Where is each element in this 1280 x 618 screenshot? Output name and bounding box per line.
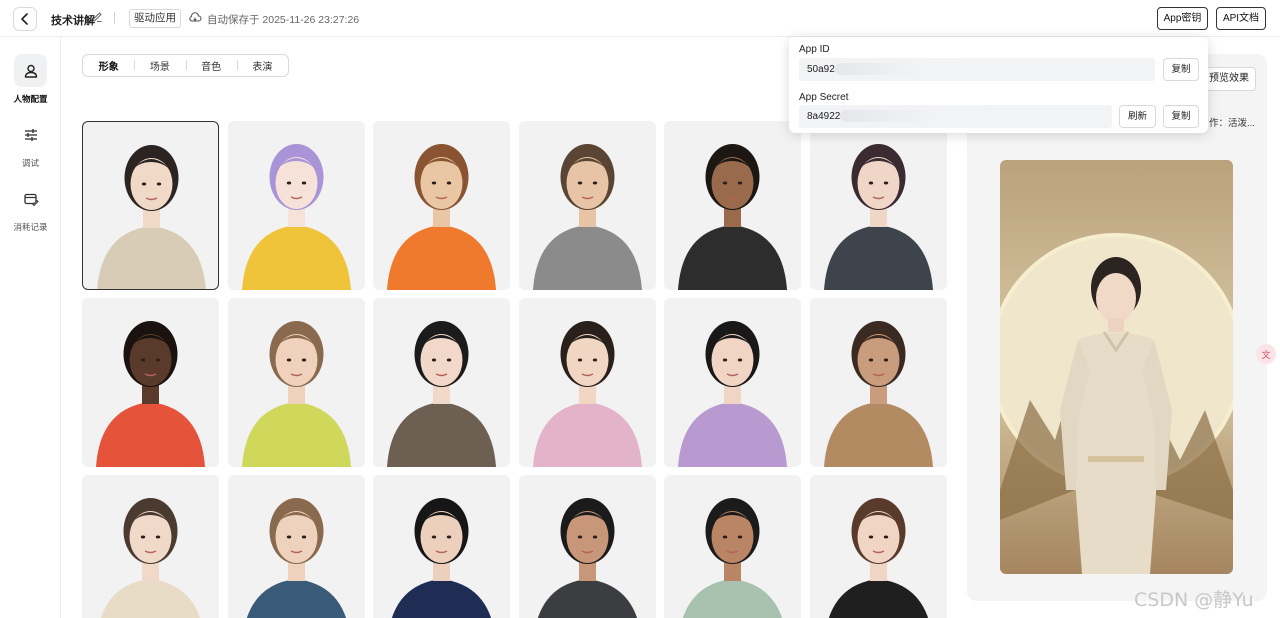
app-secret-field[interactable]: 8a4922 (799, 105, 1112, 128)
avatar-card[interactable] (227, 475, 365, 618)
tab-avatar[interactable]: 形象 (83, 58, 134, 73)
avatar-card[interactable] (809, 121, 947, 290)
copy-app-id-button[interactable]: 复制 (1163, 58, 1199, 81)
masked-value (834, 63, 985, 76)
avatar-grid (82, 121, 948, 618)
avatar-portrait (823, 144, 933, 290)
avatar-portrait (391, 498, 492, 618)
avatar-card[interactable] (227, 121, 365, 290)
avatar-portrait (100, 498, 201, 618)
avatar-portrait (532, 321, 642, 467)
avatar-card[interactable] (664, 121, 801, 290)
avatar-card[interactable] (664, 475, 801, 618)
tab-scene[interactable]: 场景 (134, 58, 185, 73)
avatar-card[interactable] (518, 475, 656, 618)
cloud-icon (189, 12, 202, 22)
app-key-popover: App ID 50a92 复制 App Secret 8a4922 刷新 复制 (789, 37, 1208, 133)
back-button[interactable] (13, 7, 37, 31)
watermark: CSDN @静Yu (1134, 589, 1254, 611)
category-tabs: 形象 场景 音色 表演 (82, 54, 289, 77)
avatar-portrait (532, 144, 642, 290)
sidebar-item-label: 调试 (21, 158, 39, 168)
sidebar-item-label: 人物配置 (13, 94, 48, 104)
refresh-secret-button[interactable]: 刷新 (1119, 105, 1156, 128)
edit-icon[interactable] (91, 11, 103, 23)
avatar-preview-image (1000, 160, 1233, 574)
avatar-portrait (678, 144, 787, 290)
app-id-field[interactable]: 50a92 (799, 58, 1155, 81)
autosave-status: 自动保存于 2025-11-26 23:27:26 (207, 14, 360, 26)
sidebar-item-character-config[interactable]: 人物配置 (0, 54, 61, 105)
sidebar-item-debug[interactable]: 调试 (0, 118, 61, 169)
masked-value (840, 110, 1011, 123)
app-secret-value: 8a4922 (807, 111, 841, 122)
avatar-portrait (678, 321, 787, 467)
avatar-portrait (97, 145, 206, 289)
avatar-portrait (387, 321, 496, 467)
avatar-card[interactable] (82, 475, 219, 618)
project-title: 技术讲解 (51, 15, 95, 27)
avatar-card[interactable] (664, 298, 801, 467)
avatar-portrait (246, 498, 346, 618)
avatar-card[interactable] (373, 298, 510, 467)
top-bar: 技术讲解 驱动应用 自动保存于 2025-11-26 23:27:26 App密… (0, 0, 1280, 37)
action-label: 作：活泼... (1209, 118, 1255, 129)
avatar-card[interactable] (227, 298, 365, 467)
tab-performance[interactable]: 表演 (236, 58, 288, 73)
avatar-portrait (387, 144, 496, 290)
app-key-button[interactable]: App密钥 (1157, 7, 1208, 30)
sidebar-item-consumption[interactable]: 消耗记录 (0, 182, 61, 233)
app-id-label: App ID (799, 44, 830, 55)
drive-app-tag: 驱动应用 (129, 9, 181, 28)
divider (114, 12, 115, 24)
api-doc-button[interactable]: API文档 (1216, 7, 1266, 30)
avatar-portrait (828, 498, 928, 618)
avatar-card[interactable] (82, 121, 219, 290)
avatar-card[interactable] (809, 298, 947, 467)
app-secret-label: App Secret (799, 92, 849, 103)
tab-voice[interactable]: 音色 (185, 58, 237, 73)
chevron-left-icon (21, 13, 28, 25)
avatar-portrait (823, 321, 933, 467)
avatar-card[interactable] (809, 475, 947, 618)
avatar-card[interactable] (518, 298, 656, 467)
avatar-card[interactable] (373, 475, 510, 618)
person-icon (24, 64, 37, 78)
copy-app-secret-button[interactable]: 复制 (1163, 105, 1199, 128)
avatar-portrait (241, 321, 351, 467)
translate-icon[interactable]: 文 (1256, 344, 1276, 364)
preview-effect-button[interactable]: 预览效果 (1203, 67, 1256, 91)
avatar-portrait (96, 321, 205, 467)
app-id-value: 50a92 (807, 64, 835, 75)
avatar-card[interactable] (373, 121, 510, 290)
sidebar-item-label: 消耗记录 (13, 222, 48, 232)
avatar-card[interactable] (82, 298, 219, 467)
avatar-portrait (537, 498, 637, 618)
wallet-icon (23, 193, 39, 206)
sidebar: 人物配置 调试 消耗记录 (0, 37, 61, 618)
avatar-portrait (682, 498, 783, 618)
sliders-icon (24, 128, 37, 141)
avatar-card[interactable] (518, 121, 656, 290)
avatar-portrait (241, 144, 351, 290)
